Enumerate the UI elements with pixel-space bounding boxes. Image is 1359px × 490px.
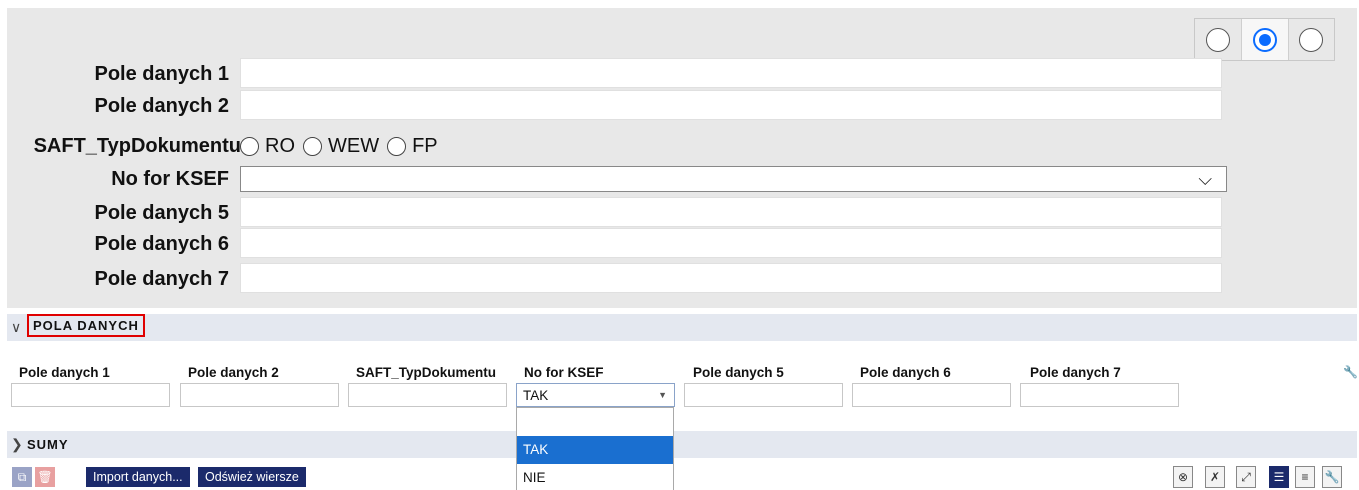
- grid-cell-pole-danych-2[interactable]: [180, 383, 339, 407]
- excel-export-button[interactable]: ✗: [1205, 466, 1225, 488]
- dropdown-option-tak[interactable]: TAK: [517, 436, 673, 464]
- cell-value: TAK: [523, 388, 549, 403]
- form-row-pole-danych-7: Pole danych 7: [7, 263, 1357, 295]
- caret-down-icon: ▼: [658, 390, 667, 400]
- column-header: Pole danych 2: [188, 365, 279, 380]
- radio-icon: [1206, 27, 1231, 52]
- expand-icon: ⤢: [1241, 469, 1251, 484]
- delete-icon: 🗑: [37, 470, 53, 484]
- wrench-icon[interactable]: 🔧: [1343, 365, 1358, 379]
- view-option-1[interactable]: [1195, 19, 1241, 60]
- pole-danych-7-input[interactable]: [240, 263, 1222, 293]
- field-label: Pole danych 1: [94, 63, 230, 85]
- radio-label: RO: [265, 134, 295, 157]
- form-row-no-for-ksef: No for KSEF ⌵: [7, 163, 1357, 195]
- pole-danych-2-input[interactable]: [240, 90, 1222, 120]
- field-label: Pole danych 2: [94, 95, 230, 117]
- form-panel: Pole danych 1 Pole danych 2 SAFT_TypDoku…: [7, 8, 1357, 308]
- radio-selected-icon: [1253, 27, 1277, 52]
- delete-button[interactable]: 🗑: [35, 467, 55, 487]
- form-row-pole-danych-5: Pole danych 5: [7, 197, 1357, 229]
- dropdown-list: TAK NIE: [516, 407, 674, 490]
- dropdown-option-empty[interactable]: [517, 408, 673, 436]
- refresh-rows-button[interactable]: Odśwież wiersze: [198, 467, 306, 487]
- column-header: Pole danych 1: [19, 365, 110, 380]
- radio-wew[interactable]: WEW: [303, 135, 379, 158]
- excel-icon: ✗: [1209, 470, 1221, 484]
- detail-view-icon: ≡: [1301, 470, 1309, 484]
- field-label: Pole danych 5: [94, 202, 230, 224]
- grid-cell-no-for-ksef[interactable]: TAK ▼: [516, 383, 675, 407]
- form-row-pole-danych-2: Pole danych 2: [7, 90, 1357, 122]
- no-for-ksef-select[interactable]: ⌵: [240, 166, 1227, 192]
- column-header: No for KSEF: [524, 365, 604, 380]
- chevron-down-icon: ∨: [11, 319, 22, 335]
- form-row-pole-danych-1: Pole danych 1: [7, 58, 1357, 90]
- cancel-button[interactable]: ⊗: [1173, 466, 1193, 488]
- list-view-icon: ☰: [1273, 470, 1285, 484]
- pole-danych-5-input[interactable]: [240, 197, 1222, 227]
- field-label: Pole danych 7: [94, 268, 230, 290]
- radio-icon: [387, 136, 407, 156]
- view-option-2[interactable]: [1241, 19, 1288, 60]
- saft-typ-radio-group: RO WEW FP: [240, 130, 446, 162]
- settings-icon: 🔧: [1324, 470, 1340, 484]
- dropdown-option-nie[interactable]: NIE: [517, 464, 673, 490]
- column-header: Pole danych 6: [860, 365, 951, 380]
- import-data-button[interactable]: Import danych...: [86, 467, 190, 487]
- column-header: Pole danych 7: [1030, 365, 1121, 380]
- chevron-down-icon: ⌵: [1198, 169, 1212, 189]
- grid-cell-pole-danych-7[interactable]: [1020, 383, 1179, 407]
- pole-danych-6-input[interactable]: [240, 228, 1222, 258]
- field-label: Pole danych 6: [94, 233, 230, 255]
- copy-icon: ⧉: [17, 469, 27, 484]
- settings-button[interactable]: 🔧: [1322, 466, 1342, 488]
- radio-icon: [303, 136, 322, 156]
- view-option-3[interactable]: [1287, 19, 1334, 60]
- form-row-saft-typ-dokumentu: SAFT_TypDokumentu RO WEW FP: [7, 130, 1357, 162]
- chevron-right-icon: ❯: [11, 436, 23, 452]
- cancel-icon: ⊗: [1177, 470, 1189, 484]
- radio-fp[interactable]: FP: [387, 135, 438, 158]
- grid-cell-pole-danych-1[interactable]: [11, 383, 170, 407]
- copy-button[interactable]: ⧉: [12, 467, 32, 487]
- column-header: SAFT_TypDokumentu: [356, 365, 497, 380]
- radio-label: WEW: [328, 134, 380, 157]
- pole-danych-1-input[interactable]: [240, 58, 1222, 88]
- view-switch: [1194, 18, 1335, 61]
- page: Pole danych 1 Pole danych 2 SAFT_TypDoku…: [0, 0, 1359, 490]
- list-view-button[interactable]: ☰: [1269, 466, 1289, 488]
- expand-button[interactable]: ⤢: [1236, 466, 1256, 488]
- radio-icon: [240, 136, 259, 156]
- column-header: Pole danych 5: [693, 365, 784, 380]
- grid-cell-pole-danych-6[interactable]: [852, 383, 1011, 407]
- field-label: No for KSEF: [111, 168, 229, 190]
- radio-label: FP: [412, 134, 438, 157]
- section-pola-danych[interactable]: ∨ POLA DANYCH: [7, 314, 1357, 341]
- field-label: SAFT_TypDokumentu: [33, 135, 241, 157]
- detail-view-button[interactable]: ≡: [1295, 466, 1315, 488]
- section-title: POLA DANYCH: [27, 314, 145, 337]
- section-sumy[interactable]: ❯ SUMY: [7, 431, 1357, 458]
- grid-cell-saft-typ[interactable]: [348, 383, 507, 407]
- form-row-pole-danych-6: Pole danych 6: [7, 228, 1357, 260]
- section-title: SUMY: [27, 437, 69, 452]
- grid-cell-pole-danych-5[interactable]: [684, 383, 843, 407]
- radio-icon: [1299, 27, 1324, 52]
- radio-ro[interactable]: RO: [240, 135, 295, 158]
